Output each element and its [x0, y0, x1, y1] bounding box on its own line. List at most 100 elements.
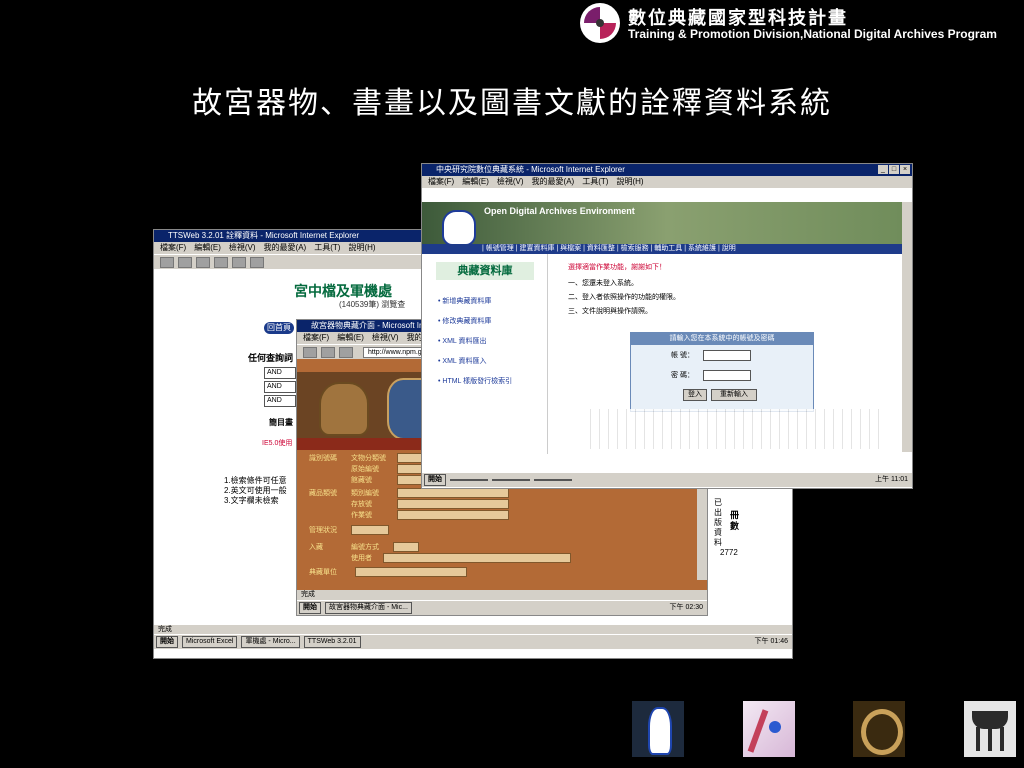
w2-menu-view[interactable]: 檢視(V)	[372, 332, 399, 344]
bronze-tripod-icon	[964, 701, 1016, 757]
taskbar-item[interactable]: 故宮器物典藏介面 - Mic...	[325, 602, 412, 614]
w1-help-list: 1.檢索條件可任意 2.英文可使用一般 3.文字欄未檢索	[224, 476, 287, 506]
w2-status-select[interactable]	[351, 525, 389, 535]
w1-taskbar: 開始 Microsoft Excel 軍機處 - Micro... TTSWeb…	[154, 634, 792, 649]
w1-menu-edit[interactable]: 編輯(E)	[194, 242, 221, 254]
w3-menu-view[interactable]: 檢視(V)	[497, 176, 524, 188]
taskbar-clock: 上午 11:01	[875, 476, 908, 483]
w2-field-row: 入藏 編號方式	[309, 542, 419, 552]
w3-sidebar	[422, 254, 548, 454]
w3-scrollbar[interactable]	[902, 202, 912, 452]
taskbar-item[interactable]: TTSWeb 3.2.01	[303, 636, 361, 648]
close-icon[interactable]: ×	[900, 165, 910, 174]
blue-white-vase-icon	[442, 210, 476, 246]
search-icon[interactable]	[250, 256, 264, 268]
slide-title: 故宮器物、書畫以及圖書文獻的詮釋資料系統	[192, 86, 832, 121]
taskbar-clock: 下午 02:30	[669, 604, 703, 611]
w2-method-select[interactable]	[393, 542, 419, 552]
w1-menu-tools[interactable]: 工具(T)	[314, 242, 340, 254]
porcelain-vase-icon	[632, 701, 684, 757]
w2-field-input[interactable]	[397, 488, 509, 498]
screenshot-odae-window: 中央研究院數位典藏系統 - Microsoft Internet Explore…	[421, 163, 913, 489]
taskbar-item[interactable]	[534, 479, 572, 481]
window1-title: TTSWeb 3.2.01 詮釋資料 - Microsoft Internet …	[168, 231, 360, 240]
start-button[interactable]: 開始	[424, 474, 446, 486]
start-button[interactable]: 開始	[156, 636, 178, 648]
list-item: 2.英文可使用一般	[224, 486, 287, 495]
w1-menu-help[interactable]: 說明(H)	[348, 242, 375, 254]
w2-menu-edit[interactable]: 編輯(E)	[337, 332, 364, 344]
w1-operator-select-1[interactable]: AND	[264, 367, 296, 379]
w2-section-label: 藏品類號	[309, 490, 337, 497]
w2-field-label: 館藏號	[351, 477, 372, 484]
w3-username-input[interactable]	[703, 350, 751, 361]
login-button[interactable]: 登入	[683, 389, 707, 401]
w3-menu-file[interactable]: 檔案(F)	[428, 176, 454, 188]
home-icon[interactable]	[232, 256, 246, 268]
w2-field-row: 使用者	[351, 553, 571, 563]
w2-taskbar: 開始 故宮器物典藏介面 - Mic... 下午 02:30	[297, 600, 707, 615]
maximize-icon[interactable]: □	[889, 165, 899, 174]
forward-icon[interactable]	[321, 346, 335, 358]
refresh-icon[interactable]	[214, 256, 228, 268]
w1-menu-favorites[interactable]: 我的最愛(A)	[264, 242, 307, 254]
w1-home-tab[interactable]: 回首頁	[264, 322, 294, 334]
w2-field-label: 文物分類號	[351, 455, 386, 462]
w2-field-input[interactable]	[397, 510, 509, 520]
w2-field-input[interactable]	[355, 567, 467, 577]
w3-site-logo: Open Digital Archives Environment	[484, 206, 635, 216]
w3-login-box: 請輸入您在本系統中的帳號及密碼 帳 號： 密 碼： 登入 重新輸入	[630, 332, 814, 412]
taskbar-item[interactable]	[492, 479, 530, 481]
w1-subheading: (140539筆) 瀏覽查	[339, 300, 406, 309]
minimize-icon[interactable]: _	[878, 165, 888, 174]
w3-sidebar-title: 典藏資料庫	[436, 262, 534, 280]
sidebar-item-edit-db[interactable]: • 修改典藏資料庫	[438, 316, 491, 326]
w3-menu-tools[interactable]: 工具(T)	[582, 176, 608, 188]
w1-operator-select-2[interactable]: AND	[264, 381, 296, 393]
back-icon[interactable]	[303, 346, 317, 358]
forward-icon[interactable]	[178, 256, 192, 268]
refresh-icon[interactable]	[339, 346, 353, 358]
w3-menu-edit[interactable]: 編輯(E)	[462, 176, 489, 188]
w2-field-label: 使用者	[351, 555, 372, 562]
w2-field-input[interactable]	[383, 553, 571, 563]
w1-side-number: 2772	[720, 548, 738, 557]
w1-operator-select-3[interactable]: AND	[264, 395, 296, 407]
sidebar-item-xml-import[interactable]: • XML 資料匯入	[438, 356, 486, 366]
taskbar-item[interactable]	[450, 479, 488, 481]
stop-icon[interactable]	[196, 256, 210, 268]
w2-field-row: 藏品類號 類別編號	[309, 488, 509, 498]
w3-password-input[interactable]	[703, 370, 751, 381]
w2-field-row: 作業號	[351, 510, 509, 520]
w3-instruction: 選擇適當作業功能，謝謝如下！	[568, 264, 666, 271]
w2-field-label: 類別編號	[351, 490, 379, 497]
taskbar-item[interactable]: Microsoft Excel	[182, 636, 238, 648]
w3-step: 三、文件說明與操作請照。	[568, 308, 652, 315]
program-logo: 數位典藏國家型科技計畫 Training & Promotion Divisio…	[580, 3, 1020, 43]
w1-note: IE5.0使用	[262, 440, 293, 447]
calligraphy-watermark	[582, 409, 882, 449]
w1-menu-file[interactable]: 檔案(F)	[160, 242, 186, 254]
list-item: 3.文字欄未檢索	[224, 496, 279, 505]
w3-step: 一、您還未登入系統。	[568, 280, 638, 287]
w1-query-label: 任何查詢詞	[248, 353, 294, 363]
reset-button[interactable]: 重新輸入	[711, 389, 757, 401]
sidebar-item-html-publish[interactable]: • HTML 樣版發行檢索引	[438, 376, 512, 386]
w3-menu-favorites[interactable]: 我的最愛(A)	[532, 176, 575, 188]
w3-navbar[interactable]: | 帳號管理 | 建置資料庫 | 與檔案 | 資料匯整 | 檢索服務 | 輔助工…	[422, 244, 912, 254]
window3-menubar: 檔案(F) 編輯(E) 檢視(V) 我的最愛(A) 工具(T) 說明(H)	[422, 176, 912, 188]
sidebar-item-add-db[interactable]: • 新增典藏資料庫	[438, 296, 491, 306]
w3-menu-help[interactable]: 說明(H)	[616, 176, 643, 188]
w1-brief-label: 簡目畫	[269, 418, 293, 427]
w1-menu-view[interactable]: 檢視(V)	[229, 242, 256, 254]
start-button[interactable]: 開始	[299, 602, 321, 614]
taskbar-clock: 下午 01:46	[754, 638, 788, 645]
w2-field-label: 存放號	[351, 501, 372, 508]
logo-english-text: Training & Promotion Division,National D…	[628, 27, 997, 41]
w2-field-input[interactable]	[397, 499, 509, 509]
w1-side-text: 已出版資料	[714, 498, 722, 547]
back-icon[interactable]	[160, 256, 174, 268]
taskbar-item[interactable]: 軍機處 - Micro...	[241, 636, 300, 648]
sidebar-item-xml-export[interactable]: • XML 資料匯出	[438, 336, 486, 346]
w2-menu-file[interactable]: 檔案(F)	[303, 332, 329, 344]
